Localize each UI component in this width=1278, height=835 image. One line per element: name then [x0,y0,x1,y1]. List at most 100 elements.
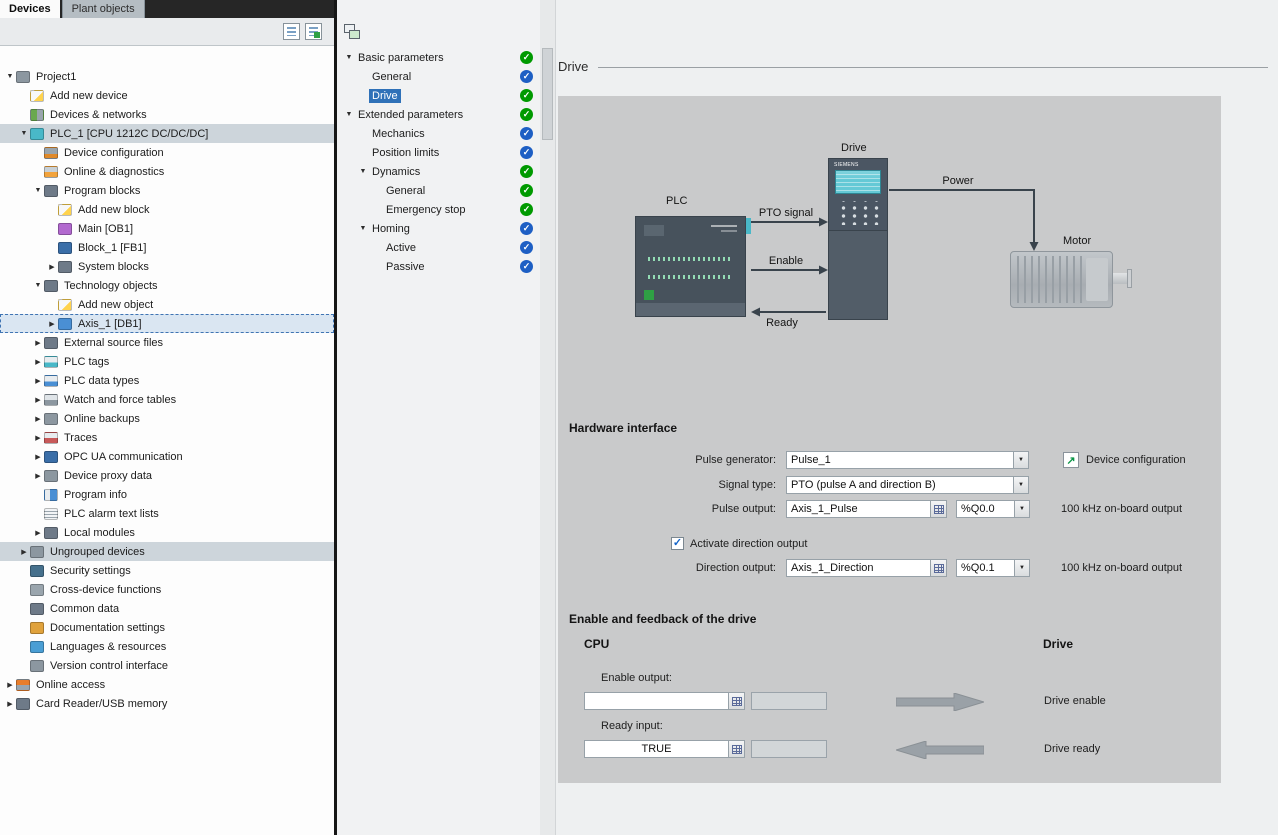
tree-item-device-proxy-data[interactable]: ▶Device proxy data [0,466,334,485]
tab-devices[interactable]: Devices [0,0,60,18]
browse-button[interactable] [728,741,744,757]
expand-arrow-icon[interactable]: ▶ [4,700,16,708]
signal-type-select[interactable]: PTO (pulse A and direction B) ▼ [786,476,1029,494]
direction-output-address-select[interactable]: %Q0.1 ▼ [956,559,1030,577]
expand-arrow-icon[interactable]: ▶ [46,263,58,271]
tab-plant-objects[interactable]: Plant objects [62,0,145,18]
collapse-arrow-icon[interactable]: ▼ [32,282,44,289]
collapse-arrow-icon[interactable]: ▼ [343,54,355,61]
nav-item-extended-parameters[interactable]: ▼Extended parameters✓ [337,105,540,124]
tree-item-main-ob1[interactable]: Main [OB1] [0,219,334,238]
tree-item-local-modules[interactable]: ▶Local modules [0,523,334,542]
tree-item-program-blocks[interactable]: ▼ Program blocks [0,181,334,200]
nav-item-position-limits[interactable]: Position limits✓ [337,143,540,162]
enable-output-input[interactable] [584,692,745,710]
expand-arrow-icon[interactable]: ▶ [32,453,44,461]
tree-item-documentation-settings[interactable]: Documentation settings [0,618,334,637]
expand-arrow-icon[interactable]: ▶ [32,472,44,480]
tree-item-external-source-files[interactable]: ▶External source files [0,333,334,352]
expand-arrow-icon[interactable]: ▶ [32,415,44,423]
expand-arrow-icon[interactable]: ▶ [32,339,44,347]
expand-arrow-icon[interactable]: ▶ [32,377,44,385]
status-ok-icon: ✓ [520,184,533,197]
browse-button[interactable] [930,501,946,517]
pulse-output-input[interactable]: Axis_1_Pulse [786,500,947,518]
nav-item-general[interactable]: General✓ [337,67,540,86]
nav-item-general[interactable]: General✓ [337,181,540,200]
tree-item-project1[interactable]: ▼Project1 [0,67,334,86]
nav-item-drive[interactable]: Drive✓ [337,86,540,105]
pto-signal-label: PTO signal [759,207,813,219]
tree-item-online-backups[interactable]: ▶Online backups [0,409,334,428]
tree-item-program-info[interactable]: Program info [0,485,334,504]
direction-output-input[interactable]: Axis_1_Direction [786,559,947,577]
tree-item-add-new-device[interactable]: Add new device [0,86,334,105]
tree-item-plc-tags[interactable]: ▶PLC tags [0,352,334,371]
tree-item-cross-device-functions[interactable]: Cross-device functions [0,580,334,599]
tree-item-watch-and-force-tables[interactable]: ▶Watch and force tables [0,390,334,409]
dropdown-arrow-icon[interactable]: ▼ [1014,560,1029,576]
expand-arrow-icon[interactable]: ▶ [46,320,58,328]
tree-item-label: Technology objects [62,280,160,292]
tree-item-add-new-block[interactable]: Add new block [0,200,334,219]
nav-item-dynamics[interactable]: ▼Dynamics✓ [337,162,540,181]
tag-table-icon [934,505,944,514]
collapse-arrow-icon[interactable]: ▼ [357,168,369,175]
tree-item-ungrouped-devices[interactable]: ▶Ungrouped devices [0,542,334,561]
tree-item-system-blocks[interactable]: ▶System blocks [0,257,334,276]
nav-item-emergency-stop[interactable]: Emergency stop✓ [337,200,540,219]
tree-item-plc-alarm-text-lists[interactable]: PLC alarm text lists [0,504,334,523]
expand-arrow-icon[interactable]: ▶ [32,396,44,404]
tree-item-device-configuration[interactable]: Device configuration [0,143,334,162]
dropdown-arrow-icon[interactable]: ▼ [1013,452,1028,468]
tree-item-opc-ua-communication[interactable]: ▶OPC UA communication [0,447,334,466]
collapse-arrow-icon[interactable]: ▼ [357,225,369,232]
tree-item-security-settings[interactable]: Security settings [0,561,334,580]
overview-view-icon[interactable] [305,23,322,40]
tree-item-version-control-interface[interactable]: Version control interface [0,656,334,675]
expand-arrow-icon[interactable]: ▶ [32,358,44,366]
expand-arrow-icon[interactable]: ▶ [32,529,44,537]
nav-item-label: Extended parameters [355,108,466,122]
collapse-arrow-icon[interactable]: ▼ [32,187,44,194]
vertical-scrollbar[interactable] [540,0,556,835]
activate-direction-checkbox[interactable]: ✓ [671,537,684,550]
scrollbar-thumb[interactable] [542,48,553,140]
tree-item-online-access[interactable]: ▶Online access [0,675,334,694]
device-configuration-link[interactable]: ↗ Device configuration [1063,451,1186,469]
expand-arrow-icon[interactable]: ▶ [18,548,30,556]
collapse-arrow-icon[interactable]: ▼ [18,130,30,137]
expand-arrow-icon[interactable]: ▶ [4,681,16,689]
browse-button[interactable] [728,693,744,709]
nav-item-basic-parameters[interactable]: ▼Basic parameters✓ [337,48,540,67]
expand-arrow-icon[interactable]: ▶ [32,434,44,442]
tree-item-plc-1-cpu-1212c-dc-dc-dc[interactable]: ▼PLC_1 [CPU 1212C DC/DC/DC] [0,124,334,143]
collapse-arrow-icon[interactable]: ▼ [343,111,355,118]
tree-item-add-new-object[interactable]: Add new object [0,295,334,314]
tree-item-languages-resources[interactable]: Languages & resources [0,637,334,656]
nav-item-mechanics[interactable]: Mechanics✓ [337,124,540,143]
tree-item-card-reader-usb-memory[interactable]: ▶Card Reader/USB memory [0,694,334,713]
nav-item-passive[interactable]: Passive✓ [337,257,540,276]
common-data-icon [30,603,44,615]
tree-item-traces[interactable]: ▶Traces [0,428,334,447]
tree-item-common-data[interactable]: Common data [0,599,334,618]
nav-item-active[interactable]: Active✓ [337,238,540,257]
pulse-generator-select[interactable]: Pulse_1 ▼ [786,451,1029,469]
dropdown-arrow-icon[interactable]: ▼ [1014,501,1029,517]
tree-item-plc-data-types[interactable]: ▶PLC data types [0,371,334,390]
tree-item-block-1-fb1[interactable]: Block_1 [FB1] [0,238,334,257]
tree-item-axis-1-db1[interactable]: ▶Axis_1 [DB1] [0,314,334,333]
tree-item-devices-networks[interactable]: Devices & networks [0,105,334,124]
function-view-icon[interactable] [349,30,360,39]
tree-item-technology-objects[interactable]: ▼ Technology objects [0,276,334,295]
dropdown-arrow-icon[interactable]: ▼ [1013,477,1028,493]
details-view-icon[interactable] [283,23,300,40]
pulse-output-address-select[interactable]: %Q0.0 ▼ [956,500,1030,518]
browse-button[interactable] [930,560,946,576]
nav-item-homing[interactable]: ▼Homing✓ [337,219,540,238]
collapse-arrow-icon[interactable]: ▼ [4,73,16,80]
tree-item-label: Program blocks [62,185,142,197]
ready-input-input[interactable]: TRUE [584,740,745,758]
tree-item-online-diagnostics[interactable]: Online & diagnostics [0,162,334,181]
